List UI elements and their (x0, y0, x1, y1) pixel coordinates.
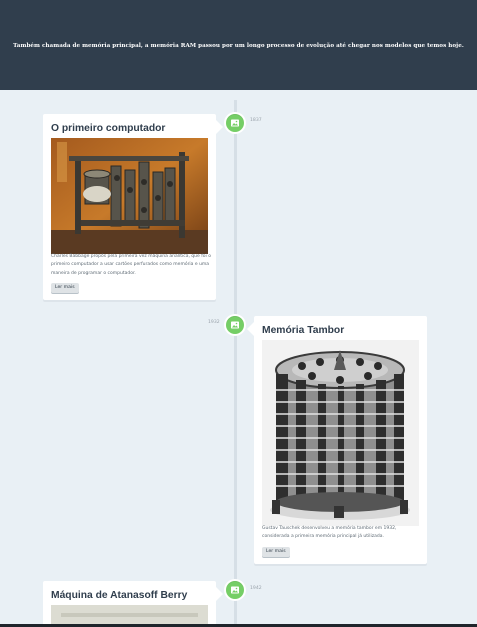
timeline-card-atanasoff-berry: Máquina de Atanasoff Berry (43, 581, 223, 627)
card-title: O primeiro computador (51, 123, 166, 134)
timeline-card-primeiro-computador: O primeiro computador Charles Babbage pr… (43, 114, 223, 300)
card-pointer (216, 587, 223, 601)
timeline-marker-1932 (226, 316, 244, 334)
card-description: Charles Babbage propôs pela primeira vez… (51, 254, 211, 276)
card-title: Memória Tambor (262, 325, 345, 336)
timeline-marker-1837 (226, 114, 244, 132)
read-more-button[interactable]: Ler mais (262, 547, 290, 557)
card-pointer (247, 322, 254, 336)
timeline-date: 1942 (250, 586, 262, 591)
card-title: Máquina de Atanasoff Berry (51, 590, 188, 601)
card-pointer (216, 120, 223, 134)
timeline-date: 1837 (250, 118, 262, 123)
drum-memory-image (262, 340, 419, 526)
read-more-button[interactable]: Ler mais (51, 283, 79, 293)
timeline-card-memoria-tambor: Memória Tambor Gustav Tauschek desenvolv… (247, 316, 427, 564)
timeline-line (234, 100, 237, 627)
card-description: Gustav Tauschek desenvolveu a memória ta… (262, 526, 397, 540)
timeline-marker-1942 (226, 581, 244, 599)
image-icon (231, 586, 239, 594)
image-icon (231, 321, 239, 329)
header-subtitle: Também chamada de memória principal, a m… (13, 43, 464, 49)
page-header: Também chamada de memória principal, a m… (0, 0, 477, 90)
image-icon (231, 119, 239, 127)
babbage-machine-image (51, 138, 208, 254)
timeline-date: 1932 (208, 320, 220, 325)
